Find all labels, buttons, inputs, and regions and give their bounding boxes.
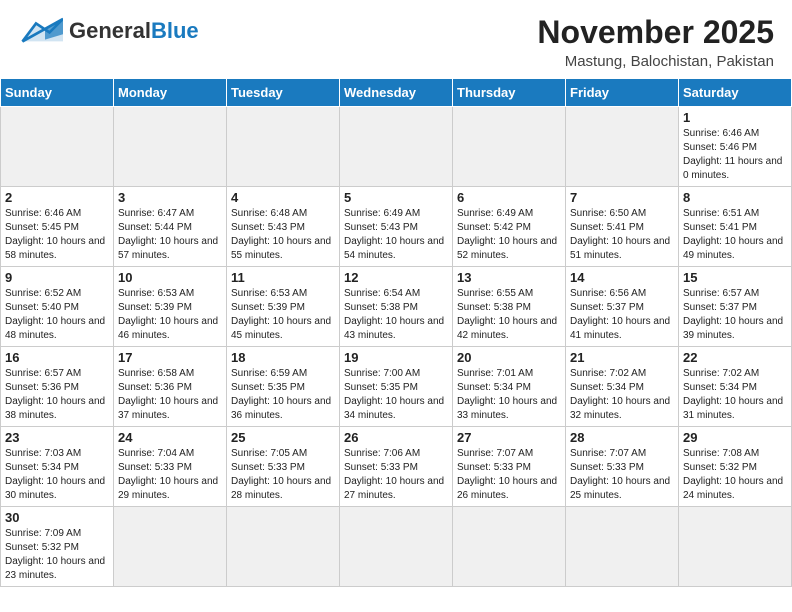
header: GeneralBlue November 2025 Mastung, Baloc… [0, 0, 792, 78]
calendar-cell: 25Sunrise: 7:05 AMSunset: 5:33 PMDayligh… [227, 427, 340, 507]
calendar-cell: 11Sunrise: 6:53 AMSunset: 5:39 PMDayligh… [227, 267, 340, 347]
calendar-cell: 20Sunrise: 7:01 AMSunset: 5:34 PMDayligh… [453, 347, 566, 427]
calendar-cell: 10Sunrise: 6:53 AMSunset: 5:39 PMDayligh… [114, 267, 227, 347]
calendar-cell [566, 507, 679, 587]
calendar-cell [453, 107, 566, 187]
calendar-cell: 21Sunrise: 7:02 AMSunset: 5:34 PMDayligh… [566, 347, 679, 427]
calendar-cell: 3Sunrise: 6:47 AMSunset: 5:44 PMDaylight… [114, 187, 227, 267]
calendar-cell: 23Sunrise: 7:03 AMSunset: 5:34 PMDayligh… [1, 427, 114, 507]
header-monday: Monday [114, 79, 227, 107]
logo-area: GeneralBlue [18, 14, 199, 49]
generalblue-logo-icon [18, 14, 63, 49]
calendar-cell: 30Sunrise: 7:09 AMSunset: 5:32 PMDayligh… [1, 507, 114, 587]
calendar-cell: 1Sunrise: 6:46 AMSunset: 5:46 PMDaylight… [679, 107, 792, 187]
calendar-cell: 19Sunrise: 7:00 AMSunset: 5:35 PMDayligh… [340, 347, 453, 427]
calendar-table: Sunday Monday Tuesday Wednesday Thursday… [0, 78, 792, 587]
calendar-cell: 15Sunrise: 6:57 AMSunset: 5:37 PMDayligh… [679, 267, 792, 347]
calendar-cell [453, 507, 566, 587]
calendar-cell: 7Sunrise: 6:50 AMSunset: 5:41 PMDaylight… [566, 187, 679, 267]
calendar-cell [114, 507, 227, 587]
calendar-cell [227, 107, 340, 187]
calendar-cell: 24Sunrise: 7:04 AMSunset: 5:33 PMDayligh… [114, 427, 227, 507]
calendar-cell: 12Sunrise: 6:54 AMSunset: 5:38 PMDayligh… [340, 267, 453, 347]
calendar-cell: 9Sunrise: 6:52 AMSunset: 5:40 PMDaylight… [1, 267, 114, 347]
calendar-cell: 17Sunrise: 6:58 AMSunset: 5:36 PMDayligh… [114, 347, 227, 427]
calendar-cell: 28Sunrise: 7:07 AMSunset: 5:33 PMDayligh… [566, 427, 679, 507]
weekday-header-row: Sunday Monday Tuesday Wednesday Thursday… [1, 79, 792, 107]
header-saturday: Saturday [679, 79, 792, 107]
calendar-cell: 22Sunrise: 7:02 AMSunset: 5:34 PMDayligh… [679, 347, 792, 427]
calendar-cell [1, 107, 114, 187]
calendar-cell: 5Sunrise: 6:49 AMSunset: 5:43 PMDaylight… [340, 187, 453, 267]
header-sunday: Sunday [1, 79, 114, 107]
calendar-cell: 13Sunrise: 6:55 AMSunset: 5:38 PMDayligh… [453, 267, 566, 347]
calendar-cell [114, 107, 227, 187]
calendar-cell: 4Sunrise: 6:48 AMSunset: 5:43 PMDaylight… [227, 187, 340, 267]
calendar-cell: 26Sunrise: 7:06 AMSunset: 5:33 PMDayligh… [340, 427, 453, 507]
calendar-cell [566, 107, 679, 187]
title-area: November 2025 Mastung, Balochistan, Paki… [537, 14, 774, 70]
calendar-cell [340, 507, 453, 587]
header-tuesday: Tuesday [227, 79, 340, 107]
header-friday: Friday [566, 79, 679, 107]
logo-brand: GeneralBlue [69, 19, 199, 43]
calendar-cell: 2Sunrise: 6:46 AMSunset: 5:45 PMDaylight… [1, 187, 114, 267]
header-thursday: Thursday [453, 79, 566, 107]
calendar-cell [340, 107, 453, 187]
calendar-cell: 14Sunrise: 6:56 AMSunset: 5:37 PMDayligh… [566, 267, 679, 347]
calendar-cell [679, 507, 792, 587]
calendar-cell: 6Sunrise: 6:49 AMSunset: 5:42 PMDaylight… [453, 187, 566, 267]
calendar-cell: 18Sunrise: 6:59 AMSunset: 5:35 PMDayligh… [227, 347, 340, 427]
location-title: Mastung, Balochistan, Pakistan [537, 53, 774, 70]
calendar-cell: 16Sunrise: 6:57 AMSunset: 5:36 PMDayligh… [1, 347, 114, 427]
calendar-cell: 8Sunrise: 6:51 AMSunset: 5:41 PMDaylight… [679, 187, 792, 267]
header-wednesday: Wednesday [340, 79, 453, 107]
calendar-cell [227, 507, 340, 587]
calendar-cell: 29Sunrise: 7:08 AMSunset: 5:32 PMDayligh… [679, 427, 792, 507]
month-title: November 2025 [537, 14, 774, 51]
calendar-cell: 27Sunrise: 7:07 AMSunset: 5:33 PMDayligh… [453, 427, 566, 507]
